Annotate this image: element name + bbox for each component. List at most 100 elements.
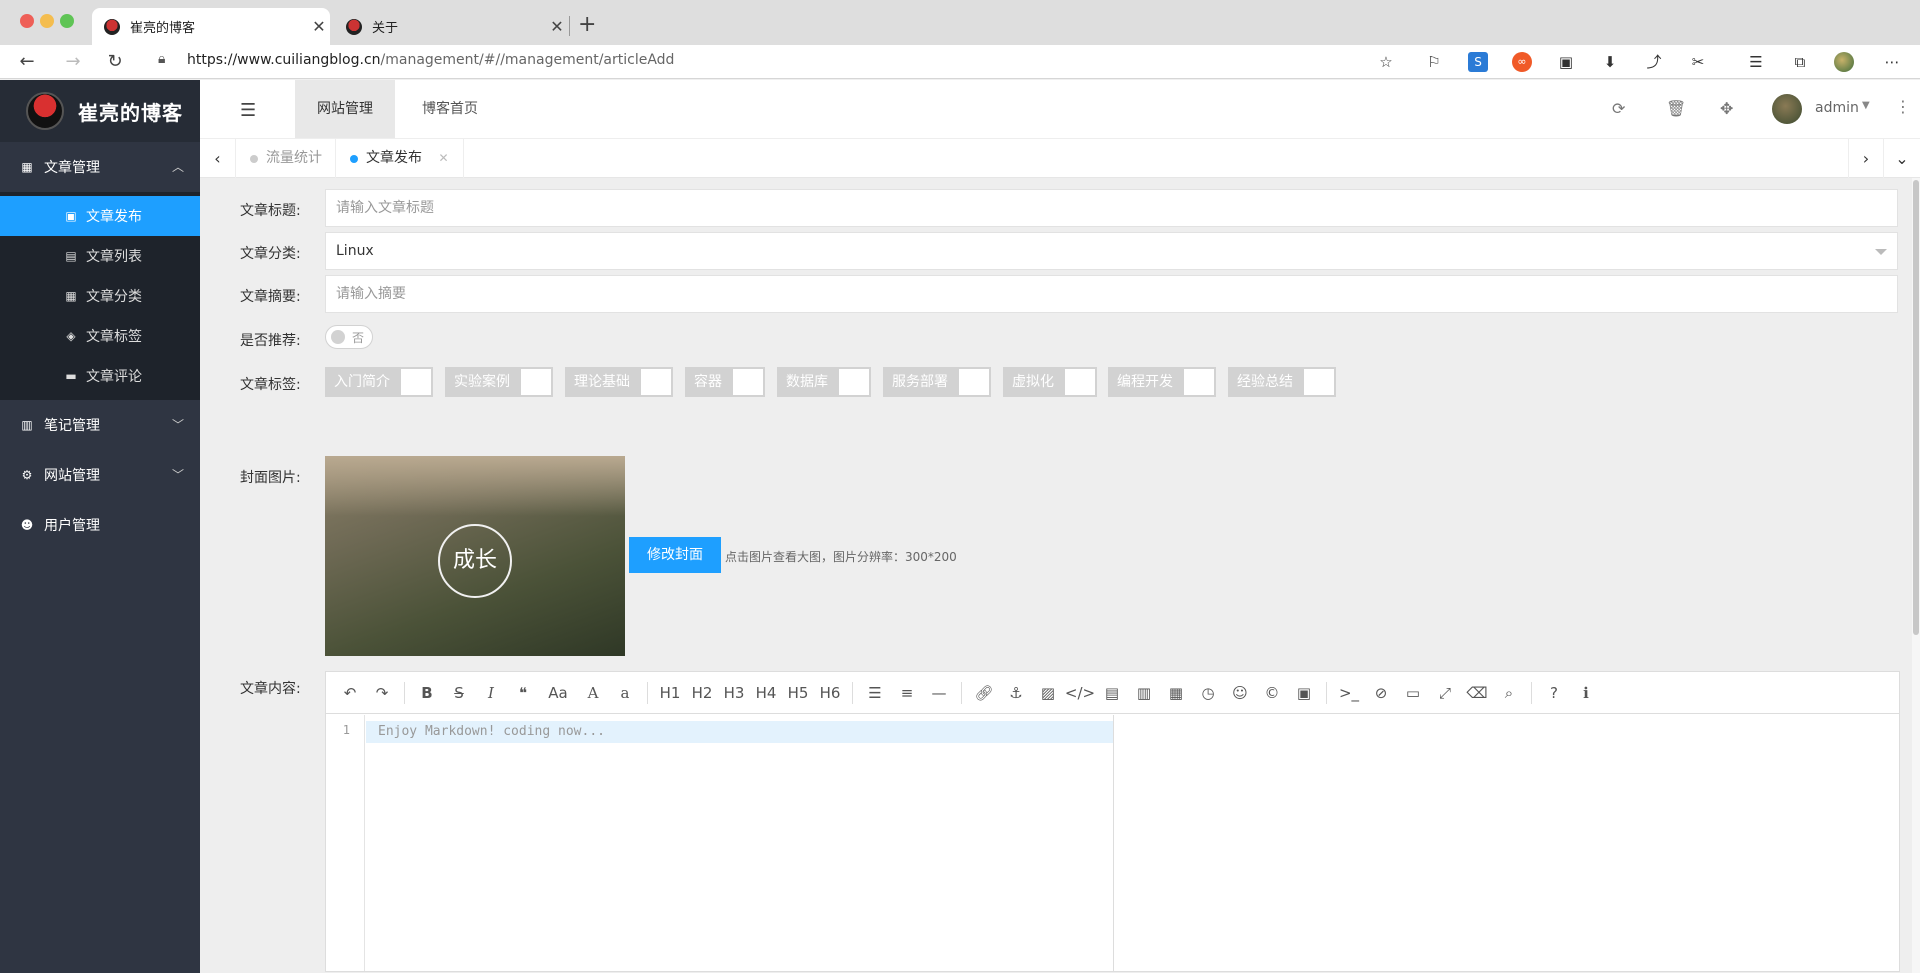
refresh-icon[interactable]: ⟳	[1612, 99, 1625, 118]
heading-4-button[interactable]: H4	[750, 684, 782, 702]
cover-image[interactable]: 成长	[325, 456, 625, 656]
vertical-more-icon[interactable]: ⋮	[1895, 97, 1911, 116]
close-tab-icon[interactable]: ✕	[438, 151, 448, 165]
scissors-icon[interactable]: ✂	[1688, 52, 1708, 72]
sidebar-item-article-comments[interactable]: ▬ 文章评论	[0, 356, 200, 396]
tab-blog-home[interactable]: 博客首页	[400, 80, 500, 138]
tag-checkbox[interactable]: 虚拟化	[1003, 367, 1097, 397]
avatar[interactable]	[1772, 94, 1802, 124]
minimize-window-button[interactable]	[40, 14, 54, 28]
pagebreak-icon[interactable]: ▣	[1288, 684, 1320, 702]
move-arrows-icon[interactable]: ✥	[1720, 99, 1733, 118]
eye-slash-icon[interactable]: ⊘	[1365, 684, 1397, 702]
page-tab-article-publish[interactable]: 文章发布 ✕	[336, 139, 464, 178]
extension-graph-icon[interactable]: ⤴	[1644, 52, 1664, 72]
caret-down-icon[interactable]: ▼	[1862, 100, 1870, 111]
favorites-list-icon[interactable]: ☰	[1746, 52, 1766, 72]
link-icon[interactable]: 🔗︎	[968, 684, 1000, 702]
extension-s-icon[interactable]: S	[1468, 52, 1488, 72]
new-tab-icon[interactable]: +	[578, 12, 596, 37]
tag-checkbox[interactable]: 实验案例	[445, 367, 553, 397]
sidebar-item-article-publish[interactable]: ▣ 文章发布	[0, 196, 200, 236]
lowercase-icon[interactable]: a	[609, 684, 641, 702]
page-tab-traffic[interactable]: 流量统计	[236, 139, 336, 178]
page-scrollbar[interactable]	[1912, 178, 1920, 973]
category-select[interactable]: Linux	[325, 232, 1898, 270]
tag-checkbox[interactable]: 服务部署	[883, 367, 991, 397]
horizontal-rule-icon[interactable]: —	[923, 684, 955, 702]
chevron-down-icon[interactable]: ⌄	[1884, 139, 1920, 178]
sidebar-item-article-tags[interactable]: ◈ 文章标签	[0, 316, 200, 356]
browser-tab-blog[interactable]: 崔亮的博客 ✕	[92, 8, 330, 45]
scrollbar-thumb[interactable]	[1913, 180, 1919, 635]
zoom-window-button[interactable]	[60, 14, 74, 28]
editor-textarea[interactable]: Enjoy Markdown! coding now...	[378, 724, 605, 739]
table-icon[interactable]: ▦	[1160, 684, 1192, 702]
tag-checkbox[interactable]: 编程开发	[1108, 367, 1216, 397]
emoji-icon[interactable]: ☺	[1224, 684, 1256, 702]
undo-icon[interactable]: ↶	[334, 684, 366, 702]
bold-icon[interactable]: B	[411, 684, 443, 702]
sidebar-item-article-category[interactable]: ▦ 文章分类	[0, 276, 200, 316]
forward-arrow-icon[interactable]: →	[60, 49, 86, 75]
heading-5-button[interactable]: H5	[782, 684, 814, 702]
unordered-list-icon[interactable]: ☰	[859, 684, 891, 702]
change-cover-button[interactable]: 修改封面	[629, 537, 721, 573]
menu-user-management[interactable]: ☻ 用户管理	[0, 500, 200, 550]
collections-icon[interactable]: ⧉	[1790, 52, 1810, 72]
back-arrow-icon[interactable]: ←	[14, 49, 40, 75]
help-icon[interactable]: ?	[1538, 684, 1570, 702]
chevron-right-icon[interactable]: ›	[1848, 139, 1884, 178]
tag-checkbox[interactable]: 入门简介	[325, 367, 433, 397]
username[interactable]: admin	[1815, 100, 1859, 116]
heading-2-button[interactable]: H2	[686, 684, 718, 702]
uppercase-first-icon[interactable]: Aa	[539, 684, 577, 702]
preformatted-code-icon[interactable]: ▤	[1096, 684, 1128, 702]
sidebar-fold-icon[interactable]: ☰	[240, 100, 256, 121]
quote-icon[interactable]: ❝	[507, 684, 539, 702]
strikethrough-icon[interactable]: S	[443, 684, 475, 702]
bookmark-star-icon[interactable]: ☆	[1376, 52, 1396, 72]
ordered-list-icon[interactable]: ≡	[891, 684, 923, 702]
sidebar-item-article-list[interactable]: ▤ 文章列表	[0, 236, 200, 276]
heading-6-button[interactable]: H6	[814, 684, 846, 702]
browser-tab-about[interactable]: 关于 ✕	[334, 8, 568, 45]
tag-checkbox[interactable]: 经验总结	[1228, 367, 1336, 397]
search-icon[interactable]: ⌕	[1493, 684, 1525, 702]
recommend-toggle[interactable]: 否	[325, 325, 373, 349]
code-block-icon[interactable]: ▥	[1128, 684, 1160, 702]
url-field[interactable]: https://www.cuiliangblog.cn/management/#…	[187, 52, 674, 68]
uppercase-icon[interactable]: A	[577, 684, 609, 702]
datetime-icon[interactable]: ◷	[1192, 684, 1224, 702]
close-tab-icon[interactable]: ✕	[546, 17, 568, 36]
chevron-left-icon[interactable]: ‹	[200, 139, 236, 178]
more-menu-icon[interactable]: ⋯	[1882, 52, 1902, 72]
italic-icon[interactable]: I	[475, 684, 507, 702]
site-logo[interactable]: 崔亮的博客	[0, 80, 200, 142]
heading-1-button[interactable]: H1	[654, 684, 686, 702]
close-window-button[interactable]	[20, 14, 34, 28]
profile-avatar[interactable]	[1834, 52, 1854, 72]
terminal-icon[interactable]: >_	[1333, 684, 1365, 702]
download-icon[interactable]: ⬇	[1600, 52, 1620, 72]
html-entities-icon[interactable]: ©	[1256, 684, 1288, 702]
code-icon[interactable]: </>	[1064, 684, 1096, 702]
lock-icon[interactable]: 🔒︎	[158, 51, 165, 67]
anchor-icon[interactable]: ⚓︎	[1000, 684, 1032, 702]
menu-site-management[interactable]: ⚙ 网站管理 ﹀	[0, 450, 200, 500]
image-icon[interactable]: ▨	[1032, 684, 1064, 702]
info-icon[interactable]: ℹ	[1570, 684, 1602, 702]
menu-article-management[interactable]: ▦ 文章管理 ︿	[0, 142, 200, 192]
summary-input[interactable]: 请输入摘要	[325, 275, 1898, 313]
desktop-icon[interactable]: ▭	[1397, 684, 1429, 702]
trash-icon[interactable]: 🗑︎	[1666, 99, 1686, 118]
redo-icon[interactable]: ↷	[366, 684, 398, 702]
tag-checkbox[interactable]: 理论基础	[565, 367, 673, 397]
extension-glasses-icon[interactable]: ▣	[1556, 52, 1576, 72]
title-input[interactable]: 请输入文章标题	[325, 189, 1898, 227]
tag-checkbox[interactable]: 数据库	[777, 367, 871, 397]
reload-icon[interactable]: ↻	[102, 49, 128, 75]
close-tab-icon[interactable]: ✕	[308, 17, 330, 36]
extension-infinity-icon[interactable]: ∞	[1512, 52, 1532, 72]
eraser-icon[interactable]: ⌫	[1461, 684, 1493, 702]
